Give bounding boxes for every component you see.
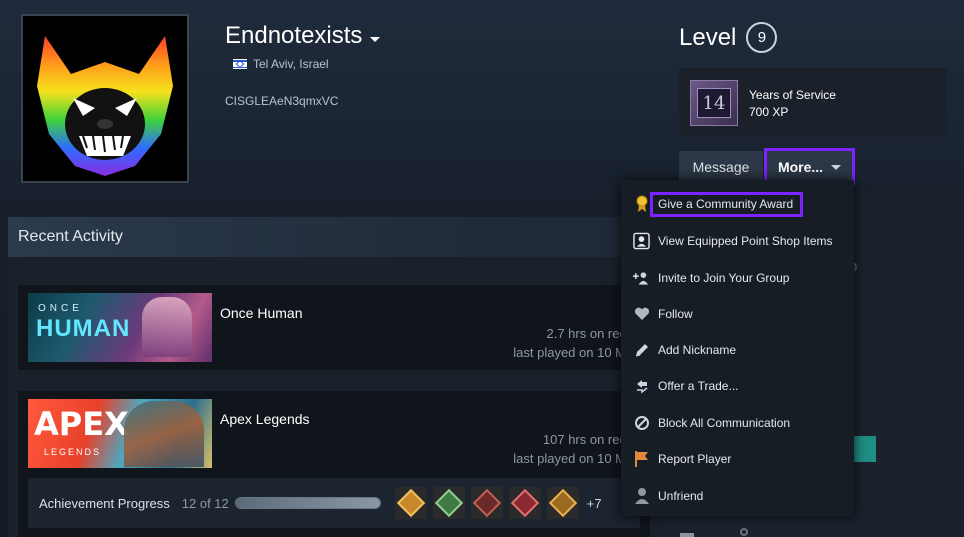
- menu-item-label: Offer a Trade...: [658, 379, 739, 393]
- sidebar-text-fragment: [680, 533, 694, 537]
- chevron-down-icon: [831, 165, 842, 170]
- chevron-down-icon[interactable]: [370, 36, 381, 42]
- menu-item-view-equipped-items[interactable]: View Equipped Point Shop Items: [621, 226, 854, 256]
- menu-item-label: Unfriend: [658, 489, 704, 503]
- menu-item-give-community-award[interactable]: Give a Community Award: [621, 189, 854, 219]
- game-last-played: last played on 10 M: [513, 451, 626, 466]
- profile-avatar: [21, 14, 189, 183]
- block-icon: [633, 415, 650, 432]
- menu-item-invite-to-group[interactable]: Invite to Join Your Group: [621, 263, 854, 293]
- badge-icon-number: 14: [697, 88, 731, 118]
- profile-card-icon: [633, 232, 650, 250]
- badge-xp: 700 XP: [749, 105, 789, 119]
- once-human-logo-top: ONCE: [38, 303, 83, 314]
- location-text: Tel Aviv, Israel: [253, 57, 329, 71]
- game-card-apex-legends: APEX LEGENDS Apex Legends 107 hrs on rec…: [18, 391, 650, 537]
- group-invite-icon: [633, 270, 650, 287]
- profile-location: Tel Aviv, Israel: [233, 57, 329, 71]
- menu-item-add-nickname[interactable]: Add Nickname: [621, 335, 854, 365]
- achievement-progress-track: [234, 497, 381, 509]
- years-of-service-badge-icon: 14: [690, 80, 738, 126]
- username-text: Endnotexists: [225, 22, 363, 49]
- menu-item-follow[interactable]: Follow: [621, 299, 854, 329]
- achievement-progress-label: Achievement Progress: [39, 495, 170, 511]
- level-label: Level: [679, 23, 737, 51]
- game-card-once-human: ONCE HUMAN Once Human 2.7 hrs on rec las…: [18, 285, 650, 370]
- user-icon: [633, 488, 650, 505]
- achievement-progress-fill: [235, 498, 380, 508]
- menu-item-label: Follow: [658, 307, 693, 321]
- flag-icon: [633, 451, 650, 468]
- apex-logo-main: APEX: [34, 405, 129, 443]
- game-name[interactable]: Once Human: [220, 305, 302, 321]
- menu-item-label: Report Player: [658, 452, 732, 466]
- game-last-played: last played on 10 M: [513, 345, 626, 360]
- profile-summary: CISGLEAeN3qmxVC: [225, 94, 339, 108]
- menu-item-report-player[interactable]: Report Player: [621, 444, 854, 474]
- level-badge[interactable]: 9: [746, 22, 778, 53]
- recent-activity-section: Recent Activity ONCE HUMAN Once Human 2.…: [8, 217, 660, 537]
- achievement-progress-bar[interactable]: Achievement Progress 12 of 12 +7: [28, 478, 640, 528]
- menu-item-offer-trade[interactable]: Offer a Trade...: [621, 371, 854, 401]
- once-human-logo-main: HUMAN: [36, 315, 131, 342]
- menu-item-label: View Equipped Point Shop Items: [658, 234, 833, 248]
- achievement-icons: [394, 487, 579, 519]
- menu-item-label: Give a Community Award: [658, 197, 794, 211]
- trade-icon: [633, 378, 650, 395]
- pencil-icon: [633, 342, 650, 359]
- menu-item-label: Invite to Join Your Group: [658, 271, 790, 285]
- more-dropdown-menu: Give a Community Award View Equipped Poi…: [621, 180, 854, 516]
- achievement-icon[interactable]: [508, 487, 541, 519]
- featured-badge[interactable]: 14 Years of Service 700 XP: [679, 68, 947, 138]
- more-button-label: More...: [777, 158, 824, 175]
- game-hours: 107 hrs on rec: [542, 432, 626, 447]
- profile-username[interactable]: Endnotexists: [225, 22, 381, 50]
- message-button[interactable]: Message: [679, 151, 763, 183]
- game-name[interactable]: Apex Legends: [220, 411, 310, 427]
- achievement-icon[interactable]: [470, 487, 503, 519]
- recent-activity-header: Recent Activity: [8, 217, 660, 257]
- game-hours: 2.7 hrs on rec: [546, 326, 627, 341]
- achievement-icon[interactable]: [546, 487, 579, 519]
- menu-item-label: Add Nickname: [658, 343, 737, 357]
- achievement-more-count[interactable]: +7: [587, 496, 602, 511]
- apex-characters-art: [124, 401, 204, 467]
- israel-flag-icon: [233, 59, 247, 69]
- once-human-capsule-image[interactable]: ONCE HUMAN: [28, 293, 212, 362]
- profile-level: Level 9: [679, 22, 778, 53]
- sidebar-user-icon: [740, 528, 748, 536]
- apex-logo-sub: LEGENDS: [44, 447, 102, 457]
- heart-icon: [633, 306, 650, 323]
- once-human-character-art: [142, 297, 192, 357]
- award-icon: [633, 195, 650, 213]
- achievement-icon[interactable]: [432, 487, 465, 519]
- apex-legends-capsule-image[interactable]: APEX LEGENDS: [28, 399, 212, 468]
- achievement-icon[interactable]: [394, 487, 427, 519]
- menu-item-block-communication[interactable]: Block All Communication: [621, 408, 854, 438]
- menu-item-unfriend[interactable]: Unfriend: [621, 481, 854, 511]
- menu-item-label: Block All Communication: [658, 416, 791, 430]
- badge-title: Years of Service: [749, 88, 836, 102]
- achievement-count: 12 of 12: [181, 495, 229, 511]
